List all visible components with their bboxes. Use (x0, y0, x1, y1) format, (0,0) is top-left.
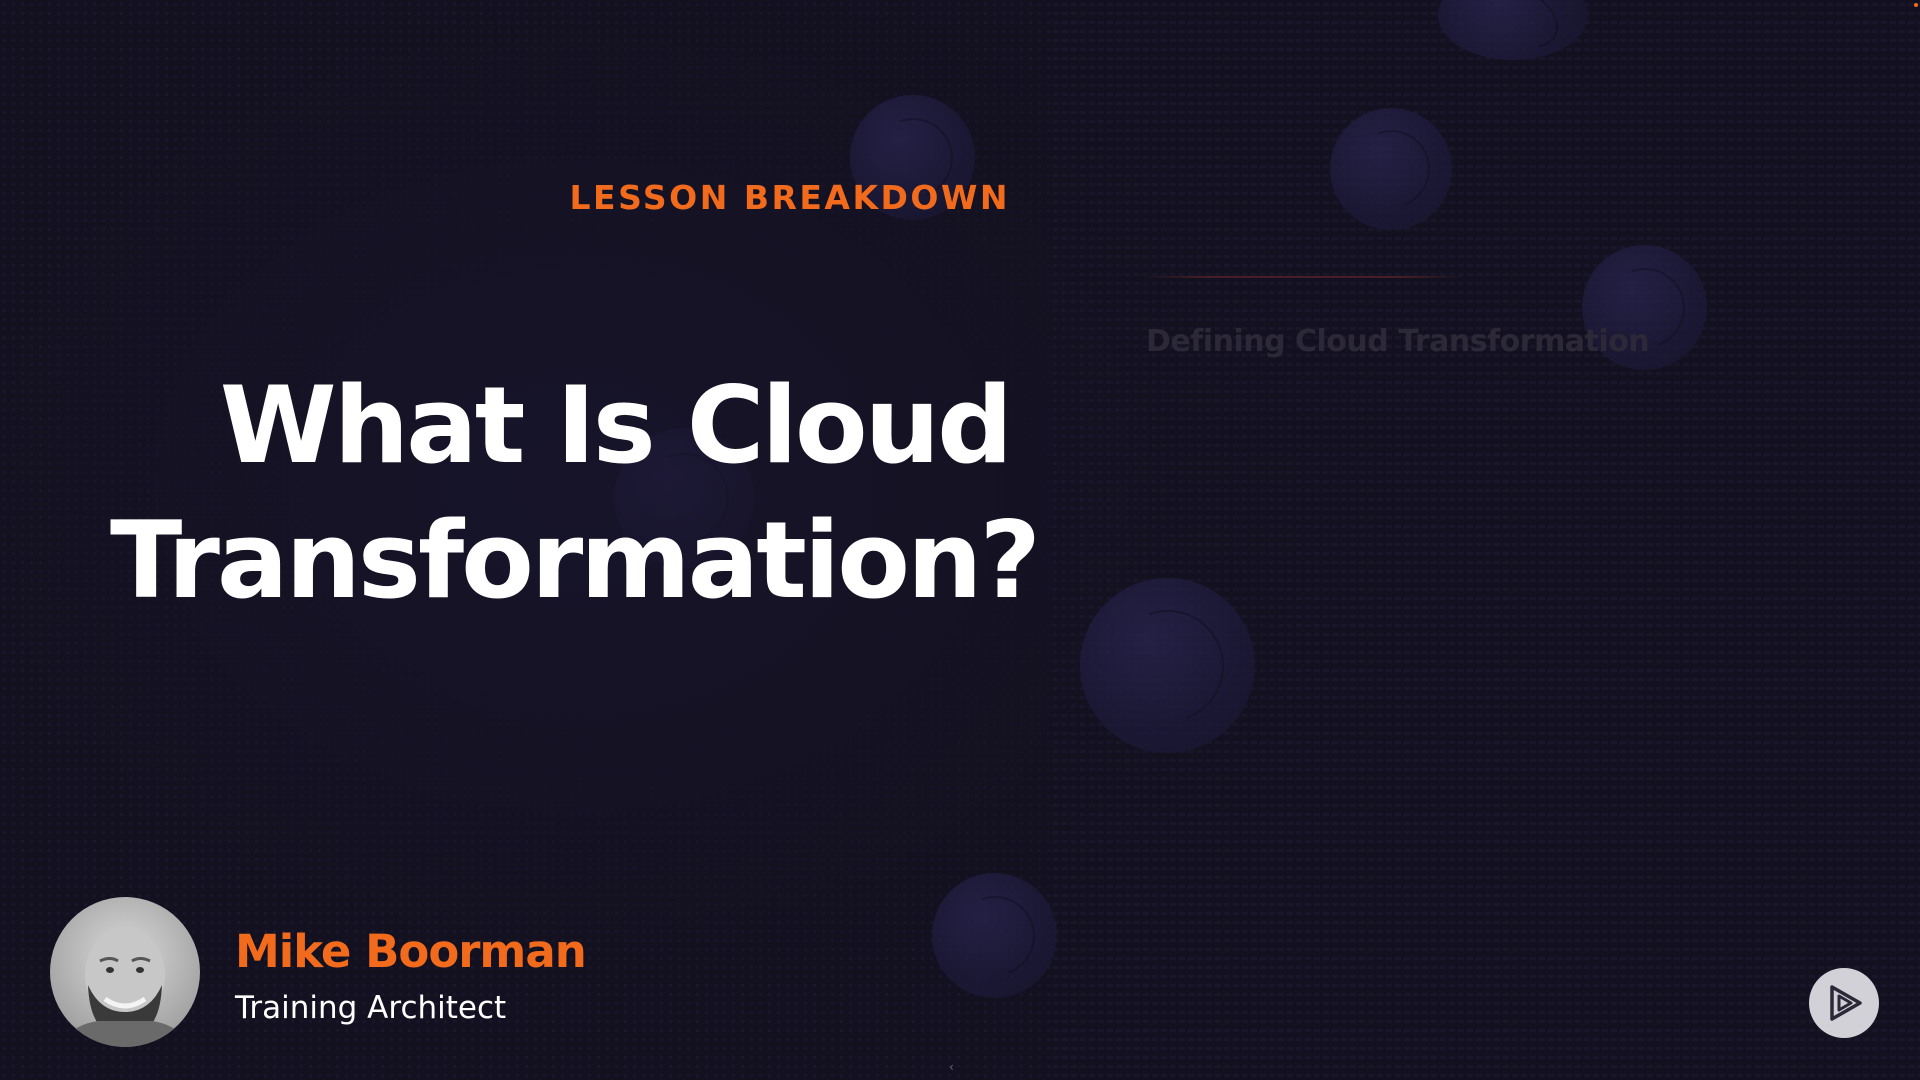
slide-title-line: What Is Cloud (219, 364, 1013, 487)
chevron-left-icon[interactable]: ‹ (949, 1060, 954, 1074)
person-icon (60, 927, 190, 1047)
presenter-avatar (50, 897, 200, 1047)
presenter-role: Training Architect (235, 990, 507, 1026)
lesson-eyebrow: LESSON BREAKDOWN (569, 178, 1010, 217)
player-logo-button[interactable] (1809, 968, 1879, 1038)
background-sphere (1080, 578, 1255, 753)
slide-title-line: Transformation? (110, 499, 1041, 622)
slide-title: What Is Cloud Transformation? (110, 358, 1041, 628)
play-logo-icon (1830, 985, 1862, 1021)
background-sphere (1330, 108, 1452, 230)
agenda-item: Defining Cloud Transformation (1146, 324, 1650, 359)
slide-stage: LESSON BREAKDOWN What Is Cloud Transform… (0, 0, 1920, 1080)
agenda-divider (1142, 276, 1464, 278)
presenter-name: Mike Boorman (235, 925, 587, 978)
corner-indicator (1914, 3, 1918, 7)
background-sphere (932, 873, 1057, 998)
halftone-panel (1050, 0, 1920, 1080)
